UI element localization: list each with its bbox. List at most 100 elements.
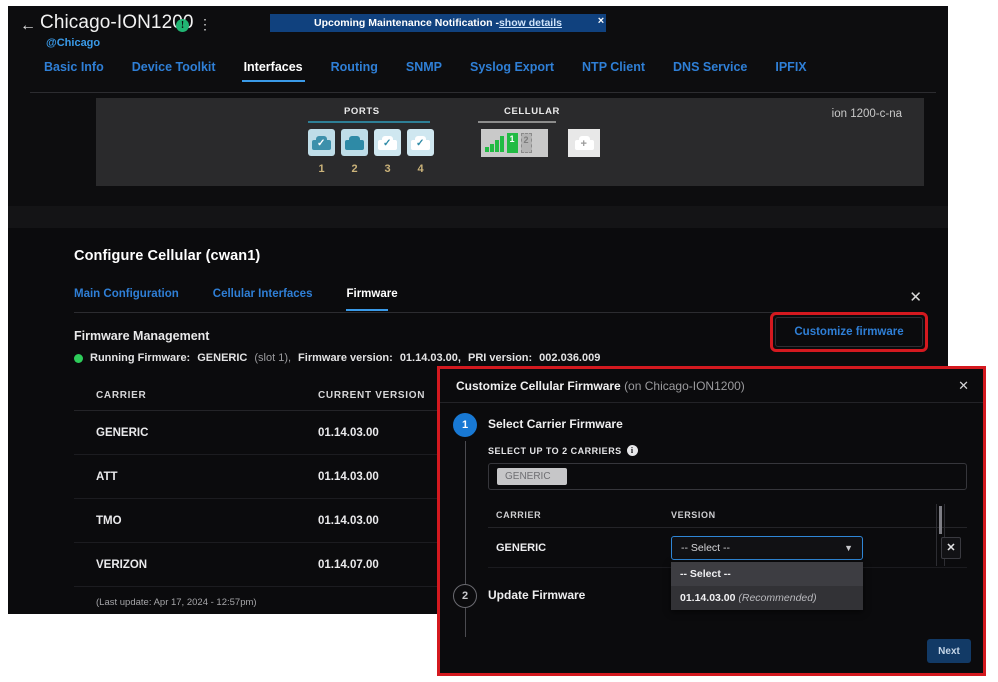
carrier-chip-generic[interactable]: GENERIC [497, 468, 567, 485]
running-firmware-slot: (slot 1), [254, 352, 291, 364]
modal-title: Customize Cellular Firmware (on Chicago-… [456, 379, 745, 393]
page-title: Chicago-ION1200 [40, 12, 194, 34]
port-icon-1[interactable]: ✓ [308, 129, 335, 156]
port-number-4: 4 [407, 163, 434, 175]
tab-dns-service[interactable]: DNS Service [659, 56, 761, 84]
step-2-badge: 2 [453, 584, 477, 608]
close-configure-panel-icon[interactable]: ✕ [909, 288, 922, 306]
step-1-body: SELECT UP TO 2 CARRIERS i GENERIC CARRIE… [488, 445, 967, 568]
maintenance-notification-banner: Upcoming Maintenance Notification - show… [270, 14, 606, 32]
cell-carrier: TMO [96, 515, 318, 527]
port-icon-2[interactable] [341, 129, 368, 156]
app-header: ← Chicago-ION1200 ! ⋮ @Chicago Upcoming … [8, 6, 948, 56]
carriers-input[interactable]: GENERIC [488, 463, 967, 490]
show-details-link[interactable]: show details [499, 17, 562, 29]
back-arrow-icon[interactable]: ← [20, 18, 36, 34]
configure-cellular-title: Configure Cellular (cwan1) [74, 248, 926, 264]
modal-column-header-carrier: CARRIER [496, 510, 671, 520]
firmware-version-value: 01.14.03.00, [400, 352, 461, 364]
modal-title-device: (on Chicago-ION1200) [624, 379, 745, 393]
port-icon-4[interactable]: ✓ [407, 129, 434, 156]
customize-cellular-firmware-modal: Customize Cellular Firmware (on Chicago-… [440, 369, 983, 673]
version-select-wrapper: -- Select -- ▼ -- Select -- 01.14.03.00 … [671, 536, 863, 560]
version-select[interactable]: -- Select -- ▼ [671, 536, 863, 560]
remove-row-icon[interactable]: ✕ [941, 537, 961, 559]
running-firmware-status: Running Firmware: GENERIC (slot 1), Firm… [74, 352, 926, 364]
customize-firmware-modal-highlight: Customize Cellular Firmware (on Chicago-… [437, 366, 986, 676]
step-2-title: Update Firmware [488, 584, 585, 602]
step-1: 1 Select Carrier Firmware [440, 413, 983, 431]
chevron-down-icon: ▼ [844, 543, 853, 553]
section-gap-strip [8, 206, 948, 228]
select-carriers-label-row: SELECT UP TO 2 CARRIERS i [488, 445, 967, 456]
subtab-cellular-interfaces[interactable]: Cellular Interfaces [213, 286, 325, 312]
info-badge-icon[interactable]: ! [176, 19, 189, 32]
modal-close-icon[interactable]: ✕ [958, 378, 969, 394]
site-link[interactable]: @Chicago [46, 37, 100, 49]
running-firmware-carrier: GENERIC [197, 352, 247, 364]
add-module-icon[interactable]: + [568, 129, 600, 157]
ports-group-rule [308, 121, 430, 123]
subtab-firmware[interactable]: Firmware [346, 286, 409, 312]
plus-icon: + [581, 138, 587, 150]
kebab-menu-icon[interactable]: ⋮ [198, 17, 210, 33]
firmware-version-label: Firmware version: [298, 352, 393, 364]
port-number-row: 1 2 3 4 [308, 159, 434, 175]
modal-carrier-table: CARRIER VERSION GENERIC -- Select -- [488, 504, 967, 568]
pri-version-value: 002.036.009 [539, 352, 600, 364]
modal-title-main: Customize Cellular Firmware [456, 379, 621, 393]
step-1-title: Select Carrier Firmware [488, 413, 623, 431]
cellular-group-rule [478, 121, 556, 123]
modal-table-header: CARRIER VERSION [488, 504, 967, 528]
screen-root: ← Chicago-ION1200 ! ⋮ @Chicago Upcoming … [0, 0, 998, 682]
modal-footer: Next [927, 639, 971, 663]
modal-cell-version: -- Select -- ▼ -- Select -- 01.14.03.00 … [671, 536, 967, 560]
version-select-menu: -- Select -- 01.14.03.00 (Recommended) [671, 562, 863, 610]
version-select-value: -- Select -- [681, 542, 730, 554]
notification-text: Upcoming Maintenance Notification - [314, 17, 499, 29]
tab-routing[interactable]: Routing [317, 56, 392, 84]
version-option-recommended[interactable]: 01.14.03.00 (Recommended) [671, 586, 863, 610]
step-1-badge: 1 [453, 413, 477, 437]
nav-divider [30, 92, 936, 93]
modal-header: Customize Cellular Firmware (on Chicago-… [440, 369, 983, 403]
tab-syslog-export[interactable]: Syslog Export [456, 56, 568, 84]
device-model-label: ion 1200-c-na [832, 108, 902, 120]
sim-slot-2: 2 [521, 133, 532, 153]
sim-slot-1: 1 [507, 133, 518, 153]
port-number-3: 3 [374, 163, 401, 175]
cellular-group-label: CELLULAR [504, 106, 560, 117]
tab-device-toolkit[interactable]: Device Toolkit [118, 56, 230, 84]
subtab-main-configuration[interactable]: Main Configuration [74, 286, 191, 312]
table-scrollbar-thumb[interactable] [939, 506, 942, 534]
tab-ntp-client[interactable]: NTP Client [568, 56, 659, 84]
ports-group-label: PORTS [344, 106, 380, 117]
cell-carrier: ATT [96, 471, 318, 483]
tab-snmp[interactable]: SNMP [392, 56, 456, 84]
info-icon[interactable]: i [627, 445, 638, 456]
customize-firmware-button[interactable]: Customize firmware [775, 317, 923, 347]
table-row: GENERIC -- Select -- ▼ -- Select -- [488, 528, 967, 568]
modal-column-header-version: VERSION [671, 510, 967, 520]
ports-icon-row: ✓ ✓ [308, 129, 434, 156]
port-icon-3[interactable]: ✓ [374, 129, 401, 156]
cell-carrier: VERIZON [96, 559, 318, 571]
version-option-note: (Recommended) [738, 592, 816, 604]
signal-bars-icon [485, 134, 504, 152]
tab-basic-info[interactable]: Basic Info [30, 56, 118, 84]
tab-interfaces[interactable]: Interfaces [230, 56, 317, 84]
status-dot-icon [74, 354, 83, 363]
customize-firmware-highlight: Customize firmware [770, 312, 928, 352]
version-option-select[interactable]: -- Select -- [671, 562, 863, 586]
configure-sub-tabs: Main Configuration Cellular Interfaces F… [74, 286, 926, 312]
running-firmware-prefix: Running Firmware: [90, 352, 190, 364]
next-button[interactable]: Next [927, 639, 971, 663]
device-graphic-box: PORTS CELLULAR ✓ [96, 98, 924, 186]
modal-cell-carrier: GENERIC [496, 542, 671, 554]
port-number-2: 2 [341, 163, 368, 175]
device-nav-tabs: Basic Info Device Toolkit Interfaces Rou… [8, 56, 948, 88]
version-option-value: 01.14.03.00 [680, 592, 735, 604]
tab-ipfix[interactable]: IPFIX [761, 56, 820, 84]
notification-close-icon[interactable]: × [594, 15, 608, 27]
cellular-module-icon[interactable]: 1 2 [481, 129, 548, 157]
